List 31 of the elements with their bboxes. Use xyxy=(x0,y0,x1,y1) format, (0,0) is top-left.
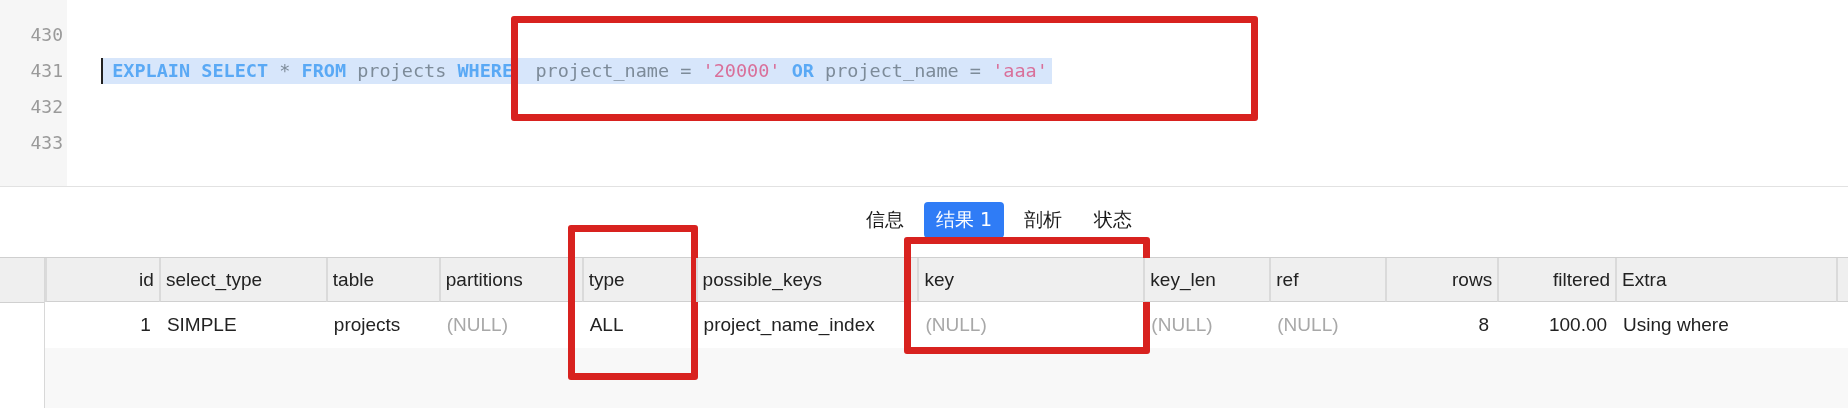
table-cell: Using where xyxy=(1623,314,1729,336)
column-header[interactable]: filtered xyxy=(1497,258,1616,302)
line-number: 430 xyxy=(29,23,64,47)
column-header[interactable]: Extra xyxy=(1615,258,1836,302)
table-cell: (NULL) xyxy=(1151,314,1213,336)
result-tab[interactable]: 剖析 xyxy=(1012,202,1075,238)
column-header[interactable]: partitions xyxy=(438,258,582,302)
column-header[interactable]: table xyxy=(325,258,439,302)
result-tab[interactable]: 信息 xyxy=(853,202,916,238)
table-cell: 8 xyxy=(1478,314,1490,336)
line-number: 433 xyxy=(29,131,64,155)
table-cell: 100.00 xyxy=(1549,314,1608,336)
column-header[interactable]: possible_keys xyxy=(695,258,918,302)
table-cell: ALL xyxy=(589,314,624,336)
line-number: 432 xyxy=(29,95,64,119)
table-cell: 1 xyxy=(140,314,151,336)
result-tab[interactable]: 结果 1 xyxy=(923,202,1005,238)
column-header[interactable]: id xyxy=(44,258,159,302)
table-cell: projects xyxy=(333,314,401,336)
column-header[interactable]: key_len xyxy=(1143,258,1270,302)
column-header[interactable]: ref xyxy=(1269,258,1386,302)
column-header[interactable]: rows xyxy=(1385,258,1498,302)
table-cell: (NULL) xyxy=(925,314,987,336)
result-tab[interactable]: 状态 xyxy=(1082,202,1145,238)
column-header[interactable]: key xyxy=(917,258,1144,302)
table-cell: SIMPLE xyxy=(166,314,237,336)
column-header[interactable]: select_type xyxy=(158,258,326,302)
table-cell: project_name_index xyxy=(703,314,875,336)
table-cell: (NULL) xyxy=(446,314,508,336)
line-number: 431 xyxy=(29,59,64,83)
table-cell: (NULL) xyxy=(1277,314,1339,336)
